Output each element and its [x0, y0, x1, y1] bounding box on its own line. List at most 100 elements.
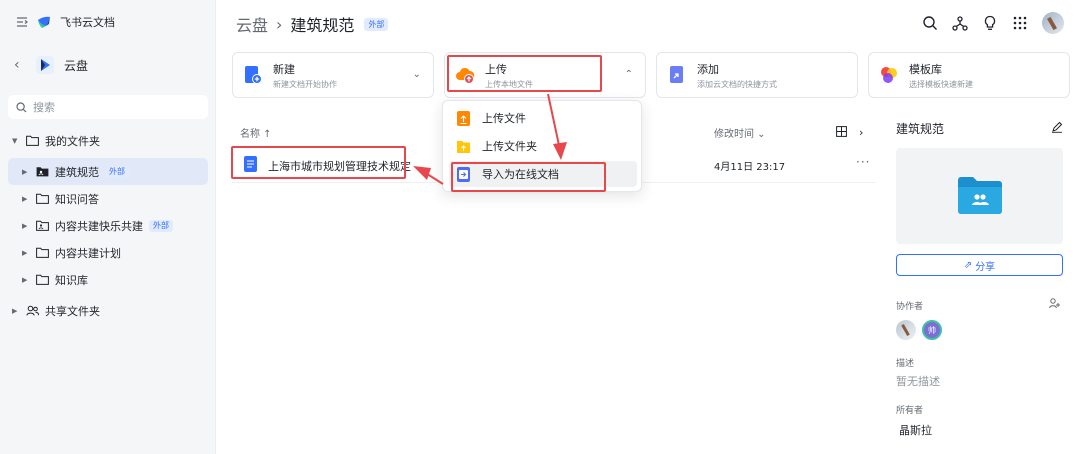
card-subtitle: 添加云文档的快捷方式	[697, 79, 777, 89]
folder-icon	[26, 135, 39, 146]
menu-item-import-online-doc[interactable]: 导入为在线文档	[449, 161, 637, 187]
external-badge: 外部	[149, 219, 173, 232]
card-title: 新建	[273, 62, 295, 76]
file-modified: 4月11日 23:17	[714, 162, 786, 173]
action-cards: 新建 新建文档开始协作 ⌄ 上传 上传本地文件 ⌃ 添加 添加云文档的快捷方式 …	[232, 52, 1070, 98]
template-icon	[881, 67, 897, 83]
caret-right-icon[interactable]: ▶	[22, 276, 30, 284]
chevron-right-icon[interactable]: ›	[859, 126, 863, 139]
template-card[interactable]: 模板库 选择模板快速新建	[868, 52, 1070, 98]
caret-down-icon[interactable]: ▼	[12, 137, 20, 145]
collaborator-avatar[interactable]: 帅	[922, 320, 942, 340]
collaborator-avatar[interactable]	[896, 320, 916, 340]
search-icon	[16, 101, 27, 112]
manage-collaborators-icon[interactable]	[1049, 298, 1061, 309]
caret-right-icon[interactable]: ▶	[12, 307, 20, 315]
card-subtitle: 选择模板快速新建	[909, 79, 973, 89]
column-name-header[interactable]: 名称 ↑	[240, 125, 272, 140]
tree-shared-folder-label: 共享文件夹	[45, 304, 100, 318]
tree-item-label: 内容共建计划	[55, 246, 121, 260]
drive-title: 云盘	[64, 58, 89, 73]
grid-view-icon[interactable]	[836, 125, 847, 137]
app-header: 飞书云文档	[16, 14, 115, 30]
caret-right-icon[interactable]: ▶	[22, 168, 30, 176]
shared-users-icon	[26, 305, 39, 316]
more-icon[interactable]: ···	[856, 155, 870, 169]
card-title: 模板库	[909, 62, 942, 76]
new-card[interactable]: 新建 新建文档开始协作 ⌄	[232, 52, 434, 98]
tree-shared-folder[interactable]: ▶ 共享文件夹	[0, 297, 216, 324]
apps-grid-icon[interactable]	[1012, 15, 1028, 31]
external-badge: 外部	[105, 165, 129, 178]
search-box[interactable]	[8, 95, 208, 119]
card-title: 添加	[697, 62, 719, 76]
menu-item-label: 上传文件夹	[482, 140, 537, 153]
tree-my-folder[interactable]: ▼ 我的文件夹	[0, 127, 216, 154]
tree-item-co-build-happy[interactable]: ▶ 内容共建快乐共建 外部	[0, 212, 216, 239]
detail-panel: 建筑规范 ⇗ 分享 协作者 帅 描述 暂无描述 所有者 晶斯拉	[896, 120, 1063, 438]
folder-icon	[36, 274, 49, 285]
file-name[interactable]: 上海市城市规划管理技术规定	[268, 158, 411, 174]
share-button[interactable]: ⇗ 分享	[896, 254, 1063, 276]
card-subtitle: 上传本地文件	[485, 79, 533, 89]
edit-pencil-icon[interactable]	[1051, 121, 1063, 133]
sidebar: 飞书云文档 ‹ 云盘 ▼ 我的文件夹 ▶ 建筑规范 外部 ▶ 知识问答 ▶	[0, 0, 216, 454]
chevron-up-icon[interactable]: ⌃	[625, 69, 633, 80]
card-title: 上传	[485, 62, 507, 76]
shortcut-icon	[670, 66, 683, 83]
description-label: 描述	[896, 359, 915, 369]
folder-icon	[36, 193, 49, 204]
collaborator-list: 帅	[896, 320, 1063, 340]
tree-item-knowledge-base[interactable]: ▶ 知识库	[0, 266, 216, 293]
app-title: 飞书云文档	[60, 16, 115, 29]
upload-card[interactable]: 上传 上传本地文件 ⌃	[444, 52, 646, 98]
folder-icon	[36, 247, 49, 258]
menu-item-label: 上传文件	[482, 112, 526, 125]
breadcrumb-current: 建筑规范	[290, 16, 355, 35]
document-icon	[244, 156, 257, 172]
shared-folder-icon	[36, 220, 49, 231]
tree-item-knowledge-qa[interactable]: ▶ 知识问答	[0, 185, 216, 212]
feishu-docs-logo	[38, 16, 50, 28]
tree-item-label: 建筑规范	[55, 165, 99, 179]
caret-right-icon[interactable]: ▶	[22, 195, 30, 203]
lightbulb-icon[interactable]	[982, 15, 998, 31]
menu-item-upload-folder[interactable]: 上传文件夹	[449, 133, 637, 159]
panel-title: 建筑规范	[896, 122, 945, 136]
tree-item-building-codes[interactable]: ▶ 建筑规范 外部	[8, 158, 208, 185]
collaborators-label: 协作者	[896, 302, 924, 312]
network-icon[interactable]	[952, 15, 968, 31]
share-icon: ⇗	[963, 259, 973, 271]
tree-item-label: 知识问答	[55, 192, 99, 206]
chevron-down-icon[interactable]: ⌄	[413, 69, 421, 80]
description-value[interactable]: 暂无描述	[896, 373, 1063, 389]
search-icon[interactable]	[922, 15, 938, 31]
upload-cloud-icon	[456, 67, 475, 84]
caret-right-icon[interactable]: ▶	[22, 249, 30, 257]
new-doc-icon	[245, 66, 262, 84]
caret-right-icon[interactable]: ▶	[22, 222, 30, 230]
tree-item-label: 知识库	[55, 273, 88, 287]
breadcrumb-root[interactable]: 云盘	[236, 12, 268, 36]
upload-dropdown-menu: 上传文件 上传文件夹 导入为在线文档	[442, 100, 642, 192]
menu-item-upload-file[interactable]: 上传文件	[449, 105, 637, 131]
tree-item-co-build-plan[interactable]: ▶ 内容共建计划	[0, 239, 216, 266]
upload-file-icon	[457, 110, 470, 126]
drive-logo	[36, 56, 54, 74]
view-controls: ›	[836, 126, 863, 139]
breadcrumb: 云盘 › 建筑规范 外部	[236, 12, 389, 36]
folder-tree: ▼ 我的文件夹 ▶ 建筑规范 外部 ▶ 知识问答 ▶ 内容共建快乐共建 外部 ▶…	[0, 127, 216, 324]
column-modified-header[interactable]: 修改时间 ⌄	[714, 125, 766, 140]
external-badge: 外部	[364, 17, 389, 31]
user-avatar[interactable]	[1042, 12, 1064, 34]
chevron-right-icon: ›	[276, 14, 283, 34]
add-card[interactable]: 添加 添加云文档的快捷方式	[656, 52, 858, 98]
top-toolbar	[922, 12, 1064, 34]
owner-value: 晶斯拉	[899, 424, 932, 437]
back-arrow-icon[interactable]: ‹	[14, 57, 26, 73]
search-input[interactable]	[33, 100, 193, 114]
collapse-sidebar-icon[interactable]	[16, 16, 28, 28]
drive-header: ‹ 云盘	[14, 56, 88, 74]
owner-label: 所有者	[896, 406, 924, 416]
menu-item-label: 导入为在线文档	[482, 168, 559, 181]
